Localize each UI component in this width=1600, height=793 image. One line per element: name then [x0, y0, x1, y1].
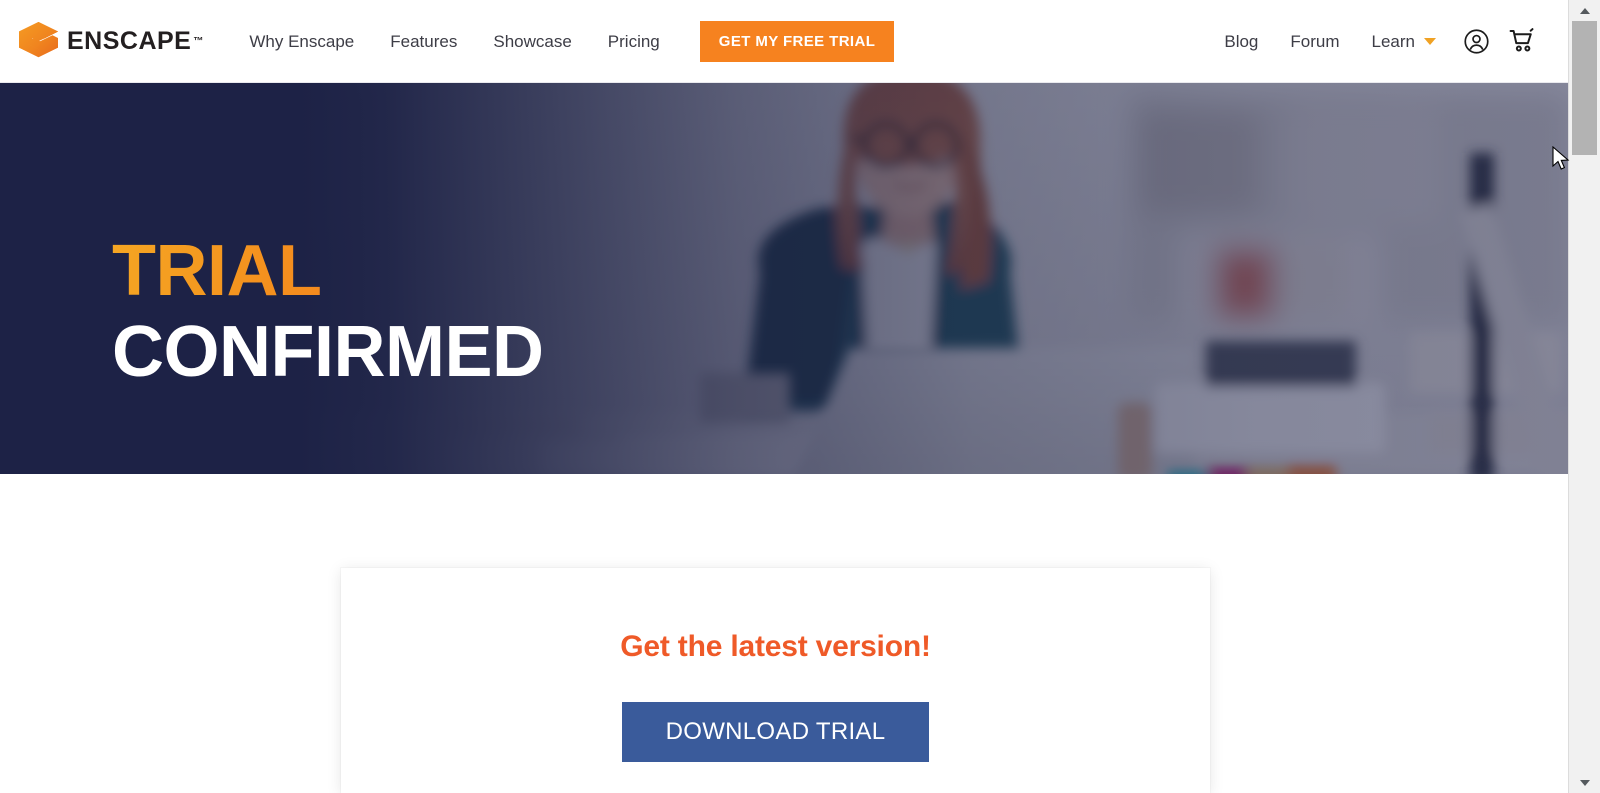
trademark-symbol: ™: [193, 35, 204, 47]
download-card: Get the latest version! DOWNLOAD TRIAL: [341, 568, 1210, 793]
user-account-icon[interactable]: [1456, 21, 1496, 61]
enscape-wordmark: ENSCAPE: [67, 26, 192, 55]
nav-item-pricing[interactable]: Pricing: [590, 0, 678, 83]
shopping-cart-icon[interactable]: [1502, 21, 1542, 61]
enscape-e-logo-icon: [14, 20, 60, 62]
nav-item-forum[interactable]: Forum: [1274, 0, 1355, 83]
chevron-down-icon: [1424, 37, 1436, 45]
enscape-logo-link[interactable]: ENSCAPE ™: [14, 20, 203, 62]
nav-item-learn[interactable]: Learn: [1356, 0, 1450, 83]
scrollbar-thumb[interactable]: [1572, 21, 1597, 155]
hero-title-line-1: TRIAL: [112, 235, 543, 307]
download-trial-button[interactable]: DOWNLOAD TRIAL: [621, 702, 930, 762]
scroll-up-glyph: [1579, 7, 1590, 14]
scroll-down-arrow-icon[interactable]: [1569, 772, 1600, 793]
get-free-trial-button[interactable]: GET MY FREE TRIAL: [699, 20, 895, 62]
primary-nav: Why Enscape Features Showcase Pricing GE…: [231, 0, 895, 83]
nav-item-why-enscape[interactable]: Why Enscape: [231, 0, 372, 83]
hero-banner: TRIAL CONFIRMED: [0, 83, 1568, 474]
nav-item-features[interactable]: Features: [372, 0, 475, 83]
hero-text-block: TRIAL CONFIRMED: [112, 83, 544, 474]
vertical-scrollbar[interactable]: [1568, 0, 1600, 793]
nav-item-blog[interactable]: Blog: [1208, 0, 1274, 83]
site-header: ENSCAPE ™ Why Enscape Features Showcase …: [0, 0, 1568, 83]
scroll-down-glyph: [1579, 779, 1590, 786]
nav-item-learn-label: Learn: [1371, 31, 1415, 51]
secondary-nav: Blog Forum Learn: [1208, 0, 1568, 83]
hero-title-line-2: CONFIRMED: [112, 311, 544, 392]
card-heading: Get the latest version!: [620, 630, 931, 663]
browser-viewport: ENSCAPE ™ Why Enscape Features Showcase …: [0, 0, 1568, 793]
nav-item-showcase[interactable]: Showcase: [475, 0, 589, 83]
scroll-up-arrow-icon[interactable]: [1569, 0, 1600, 21]
